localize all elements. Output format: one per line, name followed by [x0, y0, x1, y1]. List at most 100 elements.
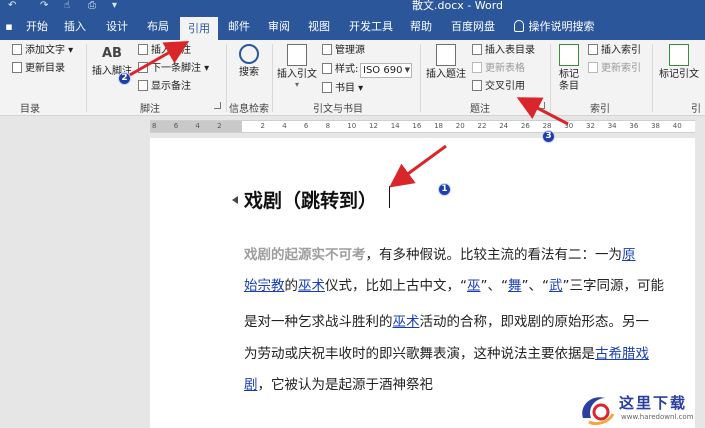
paragraph-line[interactable]: 是对一种乞求战斗胜利的巫术活动的合称，即戏剧的原始形态。另一	[244, 313, 649, 331]
body-text: ”、“	[521, 278, 550, 294]
print-preview-icon[interactable]: ⎙	[88, 0, 96, 12]
show-notes-button[interactable]: 显示备注	[138, 80, 191, 94]
customize-toolbar-icon[interactable]: ▾	[112, 0, 117, 12]
update-toc-label: 更新目录	[25, 63, 65, 74]
hyperlink[interactable]: 始宗教	[244, 278, 285, 294]
document-page[interactable]: 戏剧（跳转到） 戏剧的起源实不可考，有多种假说。比较主流的看法有二：一为原 始宗…	[150, 138, 695, 428]
tell-me-label: 操作说明搜索	[528, 20, 595, 33]
ruler-tick-label: 34	[607, 122, 617, 130]
update-toc-icon	[12, 62, 22, 73]
ruler-area: 8 6 4 2 2 4 6 8 10 12 14 16 18 20 22 24 26 28 30 32 34 36 38 40	[0, 116, 705, 138]
insert-index-button[interactable]: 插入索引	[588, 44, 641, 58]
group-separator	[550, 44, 551, 112]
ruler-tick-label: 8	[152, 122, 157, 130]
horizontal-ruler[interactable]: 8 6 4 2 2 4 6 8 10 12 14 16 18 20 22 24 26 28 30 32 34 36 38 40	[150, 120, 695, 133]
ruler-tick-label: 30	[564, 122, 574, 130]
group-label-toc: 目录	[20, 104, 40, 115]
ribbon-tab-bar: ▪ 开始 插入 设计 布局 引用 邮件 审阅 视图 开发工具 帮助 百度网盘 操…	[0, 14, 705, 40]
group-separator	[652, 44, 653, 112]
insert-index-label: 插入索引	[601, 45, 641, 56]
ruler-tick-label: 40	[672, 122, 682, 130]
mark-entry-label: 标记条目	[559, 69, 579, 92]
next-footnote-icon	[138, 62, 148, 73]
manage-sources-button[interactable]: 管理源	[322, 44, 365, 58]
undo-icon[interactable]: ↶	[8, 0, 16, 12]
ribbon: 添加文字 ▾ 更新目录 目录 AB 插入脚注 插入尾注 下一条脚注 ▾ 显示备注…	[0, 40, 705, 116]
citation-style-value: ISO 690	[363, 65, 403, 76]
paragraph-line[interactable]: 剧，它被认为是起源于酒神祭祀	[244, 376, 433, 394]
tab-help[interactable]: 帮助	[404, 14, 438, 40]
bibliography-button[interactable]: 书目 ▾	[322, 82, 363, 96]
update-index-button: 更新索引	[588, 62, 641, 76]
manage-sources-icon	[322, 44, 332, 55]
hyperlink[interactable]: 巫术	[393, 314, 420, 330]
title-bar: ↶ ↷ ☝ ⎙ ▾ 散文.docx - Word	[0, 0, 705, 14]
tab-layout[interactable]: 布局	[140, 14, 176, 40]
annotation-badge-1: 1	[438, 183, 451, 196]
watermark-text: 这里下载	[619, 394, 688, 412]
insert-table-of-figures-label: 插入表目录	[485, 45, 535, 56]
paragraph-line[interactable]: 始宗教的巫术仪式，比如上古中文，“巫”、“舞”、“武”三字同源，可能	[244, 277, 664, 295]
tell-me-search[interactable]: 操作说明搜索	[508, 14, 600, 40]
annotation-badge-2: 2	[118, 72, 131, 85]
tab-references[interactable]: 引用	[180, 17, 218, 40]
ruler-tick-label: 26	[520, 122, 530, 130]
ruler-tick-label: 22	[477, 122, 487, 130]
hyperlink[interactable]: 巫术	[298, 278, 325, 294]
hyperlink[interactable]: 巫	[467, 278, 481, 294]
body-text: 是对一种乞求战斗胜利的	[244, 314, 393, 330]
ruler-tick-label: 12	[369, 122, 378, 130]
watermark-logo-icon	[582, 397, 615, 426]
update-index-icon	[588, 62, 598, 73]
insert-endnote-button[interactable]: 插入尾注	[138, 44, 191, 58]
group-separator	[272, 44, 273, 112]
tab-review[interactable]: 审阅	[262, 14, 296, 40]
captions-dialog-launcher-icon[interactable]	[538, 102, 545, 109]
tab-insert[interactable]: 插入	[58, 14, 92, 40]
paragraph-line[interactable]: 戏剧的起源实不可考，有多种假说。比较主流的看法有二：一为原	[244, 246, 636, 264]
ruler-tick-label: 10	[347, 122, 357, 130]
footnote-dialog-launcher-icon[interactable]	[214, 102, 221, 109]
insert-caption-button[interactable]: 插入题注	[424, 44, 468, 81]
mark-entry-button[interactable]: 标记条目	[554, 44, 584, 93]
tab-developer[interactable]: 开发工具	[342, 14, 400, 40]
update-toc-button[interactable]: 更新目录	[12, 62, 65, 76]
next-footnote-button[interactable]: 下一条脚注 ▾	[138, 62, 209, 76]
hyperlink[interactable]: 原	[622, 247, 636, 263]
add-text-button[interactable]: 添加文字 ▾	[12, 44, 73, 58]
ruler-tick-label: 36	[629, 122, 639, 130]
update-index-label: 更新索引	[601, 63, 641, 74]
group-label-captions: 题注	[470, 104, 490, 115]
redo-icon[interactable]: ↷	[40, 0, 48, 12]
paragraph-line[interactable]: 为劳动或庆祝丰收时的即兴歌舞表演，这种说法主要依据是古希腊戏	[244, 345, 649, 363]
tab-view[interactable]: 视图	[302, 14, 336, 40]
insert-endnote-label: 插入尾注	[151, 45, 191, 56]
collapse-heading-icon[interactable]	[232, 196, 238, 204]
insert-table-of-figures-button[interactable]: 插入表目录	[472, 44, 535, 58]
insert-caption-label: 插入题注	[426, 69, 466, 80]
add-text-label: 添加文字	[25, 45, 65, 56]
insert-citation-button[interactable]: 插入引文 ▾	[276, 44, 318, 89]
hyperlink[interactable]: 武	[549, 278, 563, 294]
show-notes-icon	[138, 80, 148, 91]
document-heading[interactable]: 戏剧（跳转到）	[244, 189, 377, 213]
cross-reference-button[interactable]: 交叉引用	[472, 80, 525, 94]
tab-file-edge[interactable]: ▪	[0, 14, 18, 40]
add-text-icon	[12, 44, 22, 55]
citation-style-select[interactable]: ISO 690 ▼	[360, 63, 412, 78]
search-button[interactable]: 搜索	[230, 44, 268, 79]
footnote-ab-icon: AB	[102, 46, 122, 61]
touch-mode-icon[interactable]: ☝	[64, 0, 70, 12]
tab-baidu-netdisk[interactable]: 百度网盘	[444, 14, 502, 40]
ruler-tick-label: 2	[217, 122, 222, 130]
hyperlink[interactable]: 剧	[244, 377, 258, 393]
style-label-text: 样式:	[335, 64, 359, 75]
body-text: 活动的合称，即戏剧的原始形态。另一	[419, 314, 650, 330]
mark-citation-button[interactable]: 标记引文	[656, 44, 702, 81]
tab-mailings[interactable]: 邮件	[222, 14, 256, 40]
tab-start[interactable]: 开始	[20, 14, 54, 40]
hyperlink[interactable]: 舞	[508, 278, 522, 294]
body-text: ”、“	[480, 278, 509, 294]
tab-design[interactable]: 设计	[100, 14, 134, 40]
hyperlink[interactable]: 古希腊戏	[595, 346, 649, 362]
